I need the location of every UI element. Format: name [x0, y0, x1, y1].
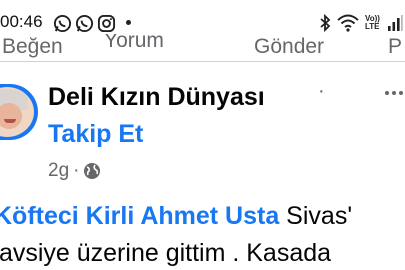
- post-meta: 2g ·: [48, 160, 101, 182]
- more-options-icon[interactable]: [385, 86, 405, 100]
- mention-link[interactable]: Köfteci Kirli Ahmet Usta: [0, 202, 279, 230]
- follow-button[interactable]: Takip Et: [48, 119, 143, 149]
- system-icons: Vo)) LTE: [319, 14, 403, 32]
- like-button[interactable]: Beğen: [2, 36, 63, 58]
- page-name[interactable]: Deli Kızın Dünyası: [48, 82, 265, 112]
- post-time[interactable]: 2g: [48, 160, 69, 182]
- signal-icon: [388, 15, 403, 31]
- share-button[interactable]: P: [388, 36, 402, 58]
- whatsapp-icon: [75, 14, 94, 33]
- volte-icon: Vo)) LTE: [365, 14, 380, 31]
- notification-icons: [53, 14, 116, 33]
- post-text: Sivas': [279, 202, 353, 230]
- instagram-icon: [97, 14, 116, 33]
- whatsapp-icon: [53, 14, 72, 33]
- wifi-icon: [337, 14, 359, 32]
- meta-separator: ·: [73, 160, 80, 181]
- name-separator: ·: [318, 80, 325, 102]
- post-text-line-1: Köfteci Kirli Ahmet Usta Sivas': [0, 201, 352, 231]
- status-bar: 00:46 Vo)) LTE: [0, 0, 405, 34]
- avatar-photo: [0, 87, 34, 137]
- send-button[interactable]: Gönder: [254, 36, 324, 58]
- post-text-line-2: tavsiye üzerine gittim . Kasada: [0, 239, 332, 267]
- status-time: 00:46: [0, 12, 43, 31]
- globe-icon: [84, 163, 101, 179]
- notification-dot: [126, 20, 131, 25]
- page-avatar[interactable]: [0, 84, 38, 140]
- bluetooth-icon: [320, 14, 331, 32]
